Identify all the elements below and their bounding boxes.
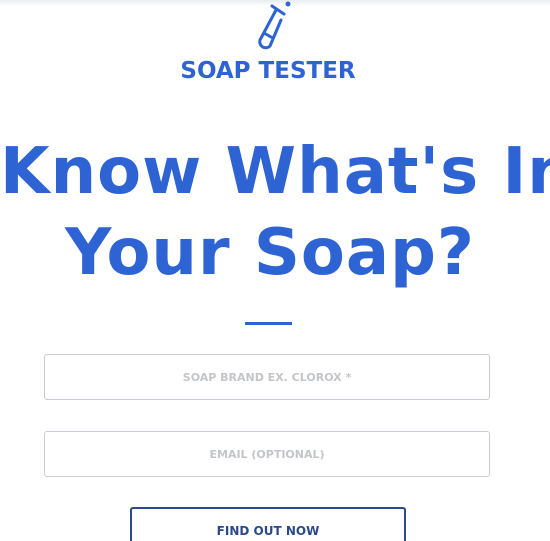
soap-brand-input[interactable] xyxy=(44,354,490,400)
brand-name: SOAP TESTER xyxy=(180,58,356,84)
email-input[interactable] xyxy=(44,431,490,477)
test-tube-icon xyxy=(258,1,291,50)
headline-divider xyxy=(245,322,292,325)
find-out-now-button[interactable]: FIND OUT NOW xyxy=(130,507,406,541)
headline-line-1: Know What's In xyxy=(0,135,550,209)
find-out-now-label: FIND OUT NOW xyxy=(216,524,320,538)
headline-line-2: Your Soap? xyxy=(64,216,476,290)
